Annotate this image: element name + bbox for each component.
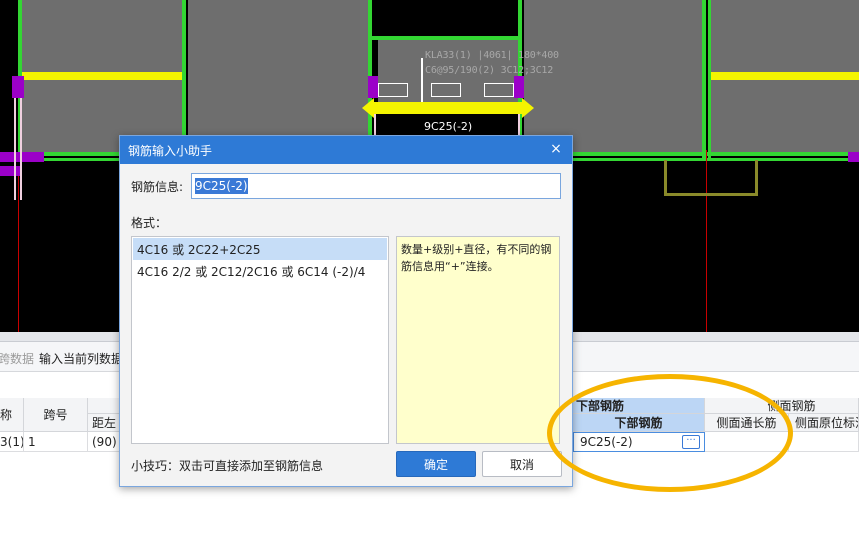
column	[514, 76, 524, 98]
bottom-rebar-label: 9C25(-2)	[424, 120, 473, 133]
rebar-section-box	[431, 83, 461, 97]
format-list[interactable]: 4C16 或 2C22+2C25 4C16 2/2 或 2C12/2C16 或 …	[131, 236, 389, 444]
col-header-dist-left-text: 距左	[92, 416, 117, 430]
col-group-bottom-rebar: 下部钢筋	[573, 398, 705, 414]
beam-edge	[708, 0, 711, 160]
highlight-line	[711, 72, 859, 80]
col-header-side-long: 侧面通长筋	[705, 414, 789, 432]
rebar-info-label: 钢筋信息:	[131, 180, 184, 194]
beam-edge	[702, 0, 706, 160]
dialog-title: 钢筋输入小助手	[128, 143, 213, 158]
cell-bottom-rebar[interactable]: 9C25(-2) ···	[573, 432, 705, 452]
cancel-button[interactable]: 取消	[482, 451, 562, 477]
rebar-section-box	[378, 83, 408, 97]
column	[0, 166, 22, 176]
cell-side-long[interactable]	[705, 432, 789, 452]
format-item[interactable]: 4C16 或 2C22+2C25	[133, 238, 387, 260]
ok-button[interactable]: 确定	[396, 451, 476, 477]
col-header-name: 称	[0, 398, 24, 432]
column-outline	[374, 114, 376, 136]
dialog-title-bar[interactable]: 钢筋输入小助手 ×	[120, 136, 572, 164]
col-group-side-rebar: 侧面钢筋	[705, 398, 859, 414]
col-header-name-text: 称	[0, 408, 13, 422]
col-group-bottom-rebar-text: 下部钢筋	[576, 399, 625, 413]
ellipsis-icon[interactable]: ···	[682, 435, 700, 449]
column-outline	[20, 98, 22, 200]
column	[848, 152, 859, 162]
cell-span-no[interactable]: 1	[24, 432, 88, 452]
cell-side-orig[interactable]	[789, 432, 859, 452]
column-outline	[518, 114, 520, 136]
tip-text: 小技巧：双击可直接添加至钢筋信息	[131, 459, 324, 473]
col-header-bottom-rebar: 下部钢筋	[573, 414, 705, 432]
column-outline	[14, 98, 16, 200]
close-icon[interactable]: ×	[548, 141, 564, 157]
highlight-line	[22, 72, 182, 80]
toolbar-partial-item[interactable]: 跨数据	[0, 350, 34, 367]
axis-line	[18, 176, 19, 332]
rebar-info-value: 9C25(-2)	[195, 178, 248, 194]
slab-top-right-a	[524, 0, 702, 152]
column	[12, 76, 24, 98]
cell-name[interactable]: 3(1)	[0, 432, 24, 452]
column	[0, 152, 44, 162]
format-label: 格式：	[131, 216, 168, 230]
col-header-side-orig: 侧面原位标注	[789, 414, 859, 432]
input-current-column-button[interactable]: 输入当前列数据	[39, 350, 123, 367]
arrow-right	[522, 98, 534, 118]
col-header-span-text: 跨号	[43, 408, 68, 422]
format-hint-box: 数量+级别+直径，有不同的钢筋信息用“+”连接。	[396, 236, 560, 444]
col-header-side-orig-text: 侧面原位标注	[795, 416, 858, 430]
format-item[interactable]: 4C16 2/2 或 2C12/2C16 或 6C14 (-2)/4	[133, 260, 387, 282]
cell-bottom-rebar-value: 9C25(-2)	[580, 435, 633, 449]
beam-label-line1: KLA33(1) |4061| 180*400	[425, 50, 559, 61]
col-header-bottom-rebar-text: 下部钢筋	[614, 416, 663, 430]
col-header-side-long-text: 侧面通长筋	[716, 416, 777, 430]
column	[368, 76, 378, 98]
beam-label-line2: C6@95/190(2) 3C12;3C12	[425, 65, 554, 76]
beam-edge	[182, 0, 186, 155]
rebar-info-input[interactable]: 9C25(-2)	[191, 173, 561, 199]
section-marker	[421, 58, 423, 102]
rebar-section-box	[484, 83, 514, 97]
foundation-outline	[664, 160, 758, 196]
selected-beam-line	[374, 102, 524, 114]
slab-top-middle	[188, 0, 368, 152]
rebar-input-assistant-dialog: 钢筋输入小助手 × 钢筋信息: 9C25(-2) 格式： 4C16 或 2C22…	[119, 135, 573, 487]
col-group-side-rebar-text: 侧面钢筋	[767, 399, 816, 413]
col-header-span: 跨号	[24, 398, 88, 432]
beam-edge	[372, 36, 520, 40]
arrow-left	[362, 98, 374, 118]
